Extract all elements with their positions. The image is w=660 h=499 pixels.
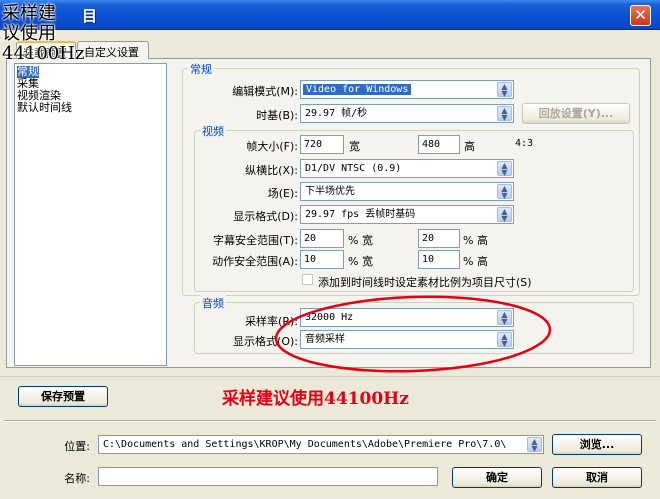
pixel-aspect-value: D1/DV NTSC (0.9) <box>305 163 402 174</box>
dropdown-arrows-icon: ▲ ▼ <box>497 161 512 177</box>
general-group-label: 常规 <box>188 61 214 77</box>
title-safe-width-input[interactable]: 20 <box>300 229 344 248</box>
pct-width-label: % 宽 <box>348 255 373 268</box>
location-select[interactable]: C:\Documents and Settings\KROP\My Docume… <box>98 435 544 454</box>
dropdown-arrows-icon: ▲ ▼ <box>497 82 512 98</box>
scale-to-frame-checkbox[interactable] <box>302 274 313 285</box>
audio-group-label: 音频 <box>200 295 226 311</box>
pct-width-label: % 宽 <box>348 234 373 247</box>
fields-label: 场(E): <box>267 187 298 200</box>
dropdown-arrows-icon: ▲ ▼ <box>497 207 512 223</box>
annotation-text: 采样建议使用44100Hz <box>222 389 409 409</box>
dropdown-arrows-icon: ▲ ▼ <box>497 106 512 122</box>
pct-height-label: % 高 <box>463 234 488 247</box>
title-safe-height-input[interactable]: 20 <box>418 229 460 248</box>
timebase-label: 时基(B): <box>256 109 298 122</box>
dropdown-arrows-icon: ▲ ▼ <box>497 184 512 200</box>
pixel-aspect-select[interactable]: D1/DV NTSC (0.9) ▲ ▼ <box>300 159 514 178</box>
location-value: C:\Documents and Settings\KROP\My Docume… <box>103 439 507 450</box>
close-button[interactable]: ✕ <box>630 5 651 26</box>
frame-width-input[interactable]: 720 <box>300 135 344 154</box>
ok-button[interactable]: 确定 <box>452 467 542 488</box>
settings-category-list[interactable]: 常规 采集 视频渲染 默认时间线 <box>14 63 167 366</box>
pixel-aspect-label: 纵横比(X): <box>245 164 298 177</box>
frame-size-label: 帧大小(F): <box>246 140 298 153</box>
watermark-line: 44100Hz <box>2 43 85 64</box>
save-preset-button[interactable]: 保存预置 <box>18 386 108 407</box>
timebase-value: 29.97 帧/秒 <box>305 108 368 119</box>
name-label: 名称: <box>64 472 90 485</box>
action-safe-width-input[interactable]: 10 <box>300 250 344 269</box>
browse-button[interactable]: 浏览... <box>552 434 642 455</box>
timebase-select[interactable]: 29.97 帧/秒 ▲ ▼ <box>300 104 514 123</box>
video-group-label: 视频 <box>200 123 226 139</box>
list-item-default-timeline[interactable]: 默认时间线 <box>17 102 72 114</box>
action-safe-label: 动作安全范围(A): <box>212 255 298 268</box>
height-unit-label: 高 <box>464 140 475 153</box>
edit-mode-label: 编辑模式(M): <box>232 85 298 98</box>
pct-height-label: % 高 <box>463 255 488 268</box>
edit-mode-select[interactable]: Video for Windows ▲ ▼ <box>300 80 514 99</box>
location-label: 位置: <box>64 440 90 453</box>
watermark-overlay: 采样建 议使用 44100Hz <box>2 4 102 64</box>
aspect-ratio-readout: 4:3 <box>515 138 534 149</box>
name-input[interactable] <box>98 467 438 486</box>
fields-select[interactable]: 下半场优先 ▲ ▼ <box>300 182 514 201</box>
cancel-button[interactable]: 取消 <box>552 467 642 488</box>
video-display-format-select[interactable]: 29.97 fps 丢帧时基码 ▲ ▼ <box>300 205 514 224</box>
video-display-format-label: 显示格式(D): <box>233 210 298 223</box>
watermark-line: 议使用 <box>2 23 56 44</box>
scale-to-frame-label: 添加到时间线时设定素材比例为项目尺寸(S) <box>318 276 532 289</box>
title-safe-label: 字幕安全范围(T): <box>212 234 298 247</box>
playback-settings-button[interactable]: 回放设置(Y)... <box>522 103 630 124</box>
divider <box>0 376 660 377</box>
edit-mode-value: Video for Windows <box>303 84 412 95</box>
watermark-line: 采样建 <box>2 3 56 24</box>
video-display-format-value: 29.97 fps 丢帧时基码 <box>305 209 416 220</box>
action-safe-height-input[interactable]: 10 <box>418 250 460 269</box>
divider <box>4 420 656 422</box>
width-unit-label: 宽 <box>349 140 360 153</box>
frame-height-input[interactable]: 480 <box>418 135 460 154</box>
dropdown-arrows-icon: ▲ ▼ <box>527 437 542 453</box>
fields-value: 下半场优先 <box>305 186 355 197</box>
annotation-ellipse-icon <box>274 295 552 373</box>
